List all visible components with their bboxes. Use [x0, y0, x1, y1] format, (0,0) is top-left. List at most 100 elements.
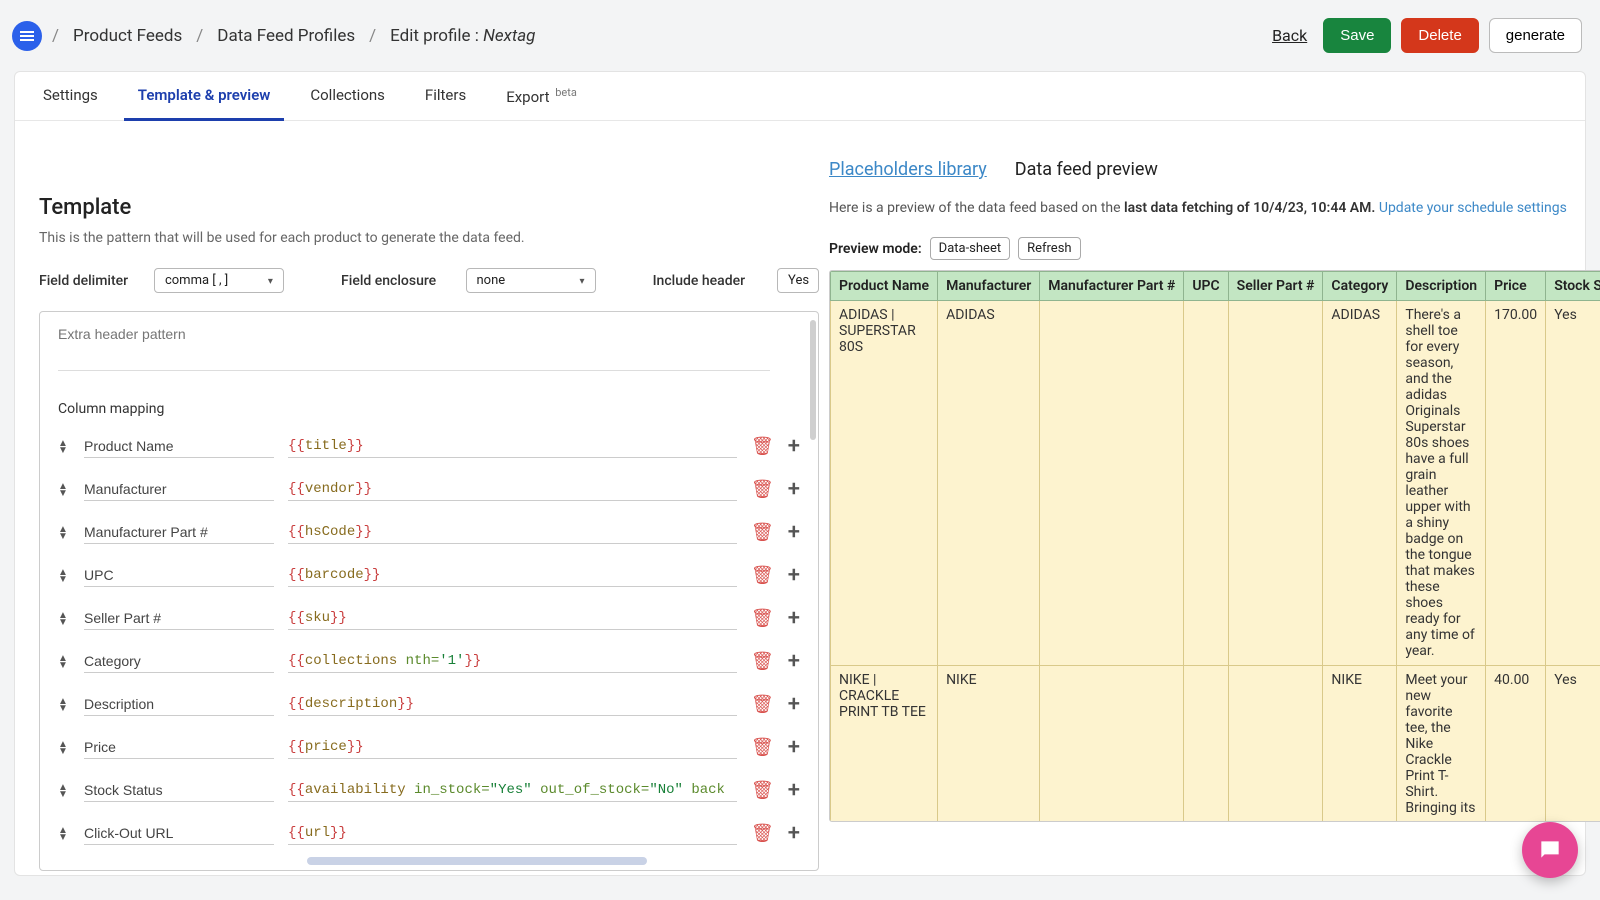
drag-handle-icon[interactable]: ▲▼: [58, 526, 70, 540]
column-name-input[interactable]: [84, 736, 274, 759]
column-pattern-input[interactable]: {{url}}: [288, 822, 737, 845]
column-pattern-input[interactable]: {{hsCode}}: [288, 521, 737, 544]
breadcrumb-item[interactable]: Product Feeds: [73, 26, 182, 46]
column-name-input[interactable]: [84, 607, 274, 630]
drag-handle-icon[interactable]: ▲▼: [58, 440, 70, 454]
column-name-input[interactable]: [84, 478, 274, 501]
column-pattern-input[interactable]: {{vendor}}: [288, 478, 737, 501]
column-mapping-row: ▲▼ {{vendor}} 🗑 +: [58, 478, 800, 501]
table-cell: [1228, 301, 1323, 666]
delete-row-icon[interactable]: 🗑: [751, 565, 774, 586]
extra-header-input[interactable]: [58, 324, 770, 371]
breadcrumb-sep: /: [369, 26, 376, 46]
table-cell: NIKE: [1323, 666, 1397, 823]
scrollbar-thumb[interactable]: [810, 320, 816, 440]
delete-row-icon[interactable]: 🗑: [751, 651, 774, 672]
tab-filters[interactable]: Filters: [425, 72, 466, 120]
chat-icon: [1537, 837, 1563, 863]
add-row-icon[interactable]: +: [788, 522, 800, 544]
preview-mode-select[interactable]: Data-sheet: [930, 237, 1010, 260]
tab-template-preview[interactable]: Template & preview: [138, 72, 271, 120]
drag-handle-icon[interactable]: ▲▼: [58, 698, 70, 712]
add-row-icon[interactable]: +: [788, 694, 800, 716]
preview-description: Here is a preview of the data feed based…: [829, 198, 1600, 219]
table-cell: Meet your new favorite tee, the Nike Cra…: [1397, 666, 1486, 823]
help-chat-button[interactable]: [1522, 822, 1578, 878]
drag-handle-icon[interactable]: ▲▼: [58, 655, 70, 669]
drag-handle-icon[interactable]: ▲▼: [58, 784, 70, 798]
column-name-input[interactable]: [84, 822, 274, 845]
column-pattern-input[interactable]: {{availability in_stock="Yes" out_of_sto…: [288, 779, 737, 802]
back-link[interactable]: Back: [1272, 26, 1307, 45]
add-row-icon[interactable]: +: [788, 608, 800, 630]
add-row-icon[interactable]: +: [788, 479, 800, 501]
column-name-input[interactable]: [84, 564, 274, 587]
add-row-icon[interactable]: +: [788, 780, 800, 802]
breadcrumb-item[interactable]: Data Feed Profiles: [217, 26, 355, 46]
delete-row-icon[interactable]: 🗑: [751, 436, 774, 457]
delete-row-icon[interactable]: 🗑: [751, 522, 774, 543]
column-pattern-input[interactable]: {{barcode}}: [288, 564, 737, 587]
column-pattern-input[interactable]: {{price}}: [288, 736, 737, 759]
save-button[interactable]: Save: [1323, 18, 1391, 53]
chevron-down-icon: [268, 273, 273, 288]
update-schedule-link[interactable]: Update your schedule settings: [1379, 200, 1567, 216]
generate-button[interactable]: generate: [1489, 18, 1582, 53]
column-mapping-row: ▲▼ {{hsCode}} 🗑 +: [58, 521, 800, 544]
add-row-icon[interactable]: +: [788, 565, 800, 587]
add-row-icon[interactable]: +: [788, 436, 800, 458]
table-header: UPC: [1184, 272, 1228, 301]
table-cell: 170.00: [1486, 301, 1546, 666]
column-name-input[interactable]: [84, 521, 274, 544]
breadcrumb-sep: /: [196, 26, 203, 46]
table-header: Manufacturer Part #: [1040, 272, 1184, 301]
column-name-input[interactable]: [84, 779, 274, 802]
delete-row-icon[interactable]: 🗑: [751, 823, 774, 844]
drag-handle-icon[interactable]: ▲▼: [58, 483, 70, 497]
add-row-icon[interactable]: +: [788, 737, 800, 759]
add-row-icon[interactable]: +: [788, 651, 800, 673]
delete-button[interactable]: Delete: [1401, 18, 1478, 53]
horizontal-scroll-thumb[interactable]: [307, 857, 647, 865]
field-delimiter-select[interactable]: comma [ , ]: [154, 268, 284, 293]
drag-handle-icon[interactable]: ▲▼: [58, 827, 70, 841]
include-header-select[interactable]: Yes: [777, 268, 819, 293]
tab-collections[interactable]: Collections: [310, 72, 385, 120]
data-feed-preview-heading: Data feed preview: [1015, 159, 1158, 180]
delete-row-icon[interactable]: 🗑: [751, 737, 774, 758]
delete-row-icon[interactable]: 🗑: [751, 694, 774, 715]
table-cell: [1184, 301, 1228, 666]
table-cell: Yes: [1546, 666, 1600, 823]
table-header: Manufacturer: [938, 272, 1040, 301]
refresh-button[interactable]: Refresh: [1018, 237, 1080, 260]
table-cell: NIKE: [938, 666, 1040, 823]
column-pattern-input[interactable]: {{sku}}: [288, 607, 737, 630]
table-cell: [1040, 301, 1184, 666]
column-name-input[interactable]: [84, 693, 274, 716]
delete-row-icon[interactable]: 🗑: [751, 608, 774, 629]
drag-handle-icon[interactable]: ▲▼: [58, 741, 70, 755]
field-enclosure-select[interactable]: none: [466, 268, 596, 293]
tab-settings[interactable]: Settings: [43, 72, 98, 120]
column-name-input[interactable]: [84, 435, 274, 458]
column-name-input[interactable]: [84, 650, 274, 673]
column-pattern-input[interactable]: {{description}}: [288, 693, 737, 716]
drag-handle-icon[interactable]: ▲▼: [58, 569, 70, 583]
add-row-icon[interactable]: +: [788, 823, 800, 845]
breadcrumb: / Product Feeds / Data Feed Profiles / E…: [52, 26, 535, 46]
table-header: Seller Part #: [1228, 272, 1323, 301]
drag-handle-icon[interactable]: ▲▼: [58, 612, 70, 626]
column-pattern-input[interactable]: {{collections nth='1'}}: [288, 650, 737, 673]
tab-export[interactable]: Export beta: [506, 72, 577, 120]
main-menu-button[interactable]: [12, 21, 42, 51]
delete-row-icon[interactable]: 🗑: [751, 780, 774, 801]
column-mapping-row: ▲▼ {{collections nth='1'}} 🗑 +: [58, 650, 800, 673]
delete-row-icon[interactable]: 🗑: [751, 479, 774, 500]
table-cell: ADIDAS | SUPERSTAR 80S: [831, 301, 938, 666]
include-header-label: Include header: [653, 273, 757, 289]
preview-table-wrap[interactable]: Product NameManufacturerManufacturer Par…: [829, 270, 1600, 822]
table-header: Product Name: [831, 272, 938, 301]
column-pattern-input[interactable]: {{title}}: [288, 435, 737, 458]
placeholders-library-link[interactable]: Placeholders library: [829, 159, 987, 180]
template-heading: Template: [39, 195, 819, 220]
